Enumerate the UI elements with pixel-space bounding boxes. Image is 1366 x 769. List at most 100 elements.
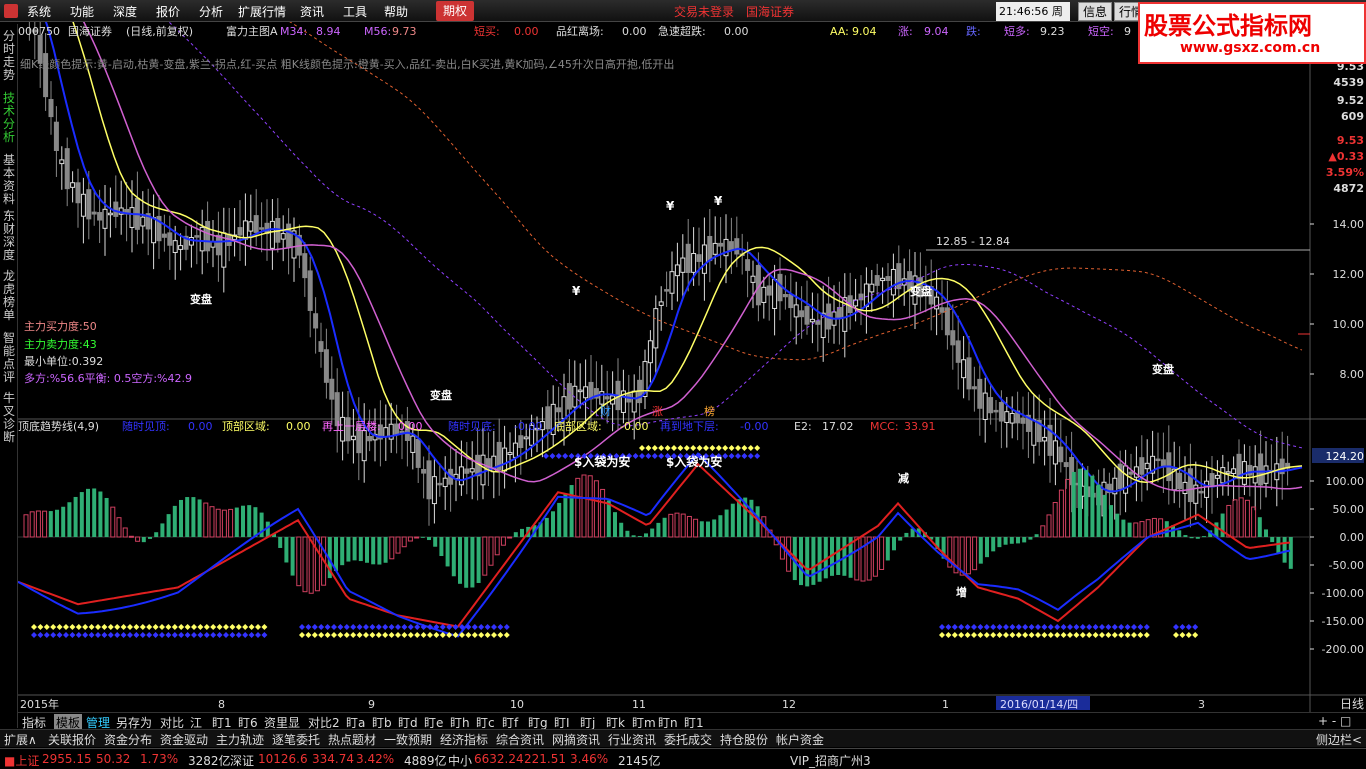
diamond-row-yellow-1-diamond — [107, 624, 114, 630]
hist-bar — [593, 480, 599, 538]
ext-tool-5[interactable]: 主力轨迹 — [216, 731, 264, 748]
sidebar-tab-5[interactable]: 龙虎榜单 — [2, 270, 16, 322]
hist-bar — [340, 537, 345, 566]
candle — [1225, 461, 1231, 496]
sjjd-label: 随时见顶: — [122, 419, 170, 433]
candle-body — [766, 285, 772, 296]
sidebar-tab-1[interactable]: 分时走势 — [2, 30, 16, 82]
ext-tool-14[interactable]: 持仓股份 — [720, 731, 768, 748]
menu-analysis[interactable]: 分析 — [199, 3, 223, 20]
chart-area[interactable]: 000750 国海证券 (日线,前复权) 富力主图A M34: 8.94 M56: 9.73 短… — [18, 22, 1366, 712]
diamond-row-yellow-4-diamond — [939, 632, 945, 638]
diamond-row-yellow-2-diamond — [305, 632, 312, 638]
candle — [1177, 446, 1183, 508]
menu-quote[interactable]: 报价 — [156, 3, 180, 20]
diamond-row-yellow-1-diamond — [82, 624, 89, 630]
ext-tool-3[interactable]: 资金分布 — [104, 731, 152, 748]
menu-ext-quote[interactable]: 扩展行情 — [238, 3, 286, 20]
hist-bar — [637, 535, 642, 537]
ext-tool-1[interactable]: 扩展∧ — [4, 731, 37, 748]
jian-label: 减 — [898, 471, 909, 485]
hist-bar — [160, 523, 165, 537]
hist-bar — [712, 519, 717, 537]
diamond-row-blue-2-diamond — [401, 624, 408, 630]
sidebar-toggle[interactable]: 侧边栏< — [1316, 731, 1362, 748]
hist-bar — [488, 536, 494, 566]
menu-tools[interactable]: 工具 — [343, 3, 367, 20]
hist-bar — [600, 488, 606, 538]
hist-bar — [892, 537, 896, 551]
options-button[interactable]: 期权 — [436, 1, 474, 21]
trend-indicator-panel[interactable] — [18, 445, 1364, 650]
diamond-row-yellow-2-diamond — [401, 632, 408, 638]
diamond-row-yellow-4-diamond — [1054, 632, 1061, 638]
hist-bar — [836, 537, 841, 575]
sidebar-tab-7[interactable]: 牛叉诊断 — [2, 392, 16, 444]
candle — [1187, 443, 1193, 528]
tab-zoom-controls[interactable]: + - □ — [1318, 714, 1351, 728]
menu-depth[interactable]: 深度 — [113, 3, 137, 20]
right-value-7: 4872 — [1333, 182, 1364, 195]
sh-value: 2955.15 — [42, 752, 92, 766]
diamond-row-blue-1-diamond — [210, 632, 217, 638]
ext-tool-2[interactable]: 关联报价 — [48, 731, 96, 748]
candle-body — [583, 386, 589, 399]
ext-tool-7[interactable]: 热点题材 — [328, 731, 376, 748]
diamond-row-yellow-1-diamond — [229, 624, 236, 630]
ext-tool-11[interactable]: 网摘资讯 — [552, 731, 600, 748]
diamond-row-yellow-2-diamond — [369, 632, 376, 638]
diamond-row-blue-1 — [31, 632, 268, 638]
sidebar-tab-4[interactable]: 东财深度 — [2, 210, 16, 262]
hist-bar — [1220, 513, 1225, 537]
ext-tool-13[interactable]: 委托成交 — [664, 731, 712, 748]
diamond-row-blue-1-diamond — [37, 632, 44, 638]
diamond-row-yellow-3-diamond — [677, 445, 684, 451]
hist-bar — [699, 521, 704, 537]
hist-bar — [706, 521, 710, 537]
menu-system[interactable]: 系统 — [27, 3, 51, 20]
diamond-row-blue-5 — [1173, 624, 1199, 630]
candle-body — [885, 276, 891, 281]
zx-label[interactable]: 中小 — [448, 752, 472, 769]
sh-label[interactable]: ■上证 — [4, 752, 39, 769]
diamond-row-yellow-1-diamond — [248, 624, 255, 630]
candle-body — [982, 392, 988, 420]
menu-function[interactable]: 功能 — [70, 3, 94, 20]
ext-tool-12[interactable]: 行业资讯 — [608, 731, 656, 748]
ext-tool-10[interactable]: 综合资讯 — [496, 731, 544, 748]
diamond-row-blue-4-diamond — [1092, 624, 1099, 630]
candle — [404, 406, 410, 467]
diamond-row-blue-1-diamond — [127, 632, 133, 638]
diamond-row-yellow-4-diamond — [1015, 632, 1022, 638]
m34-label: M34: — [280, 25, 307, 38]
sidebar-tab-6[interactable]: 智能点评 — [2, 332, 16, 384]
hist-bar — [569, 485, 574, 537]
ext-tool-4[interactable]: 资金驱动 — [160, 731, 208, 748]
ext-tool-9[interactable]: 经济指标 — [440, 731, 488, 748]
ext-tool-6[interactable]: 逐笔委托 — [272, 731, 320, 748]
diamond-row-yellow-4-diamond — [1086, 632, 1093, 638]
info-button[interactable]: 信息 — [1078, 2, 1113, 21]
diamond-row-blue-1-diamond — [178, 632, 185, 638]
sz-label[interactable]: 深证 — [230, 752, 254, 769]
ext-tool-15[interactable]: 帐户资金 — [776, 731, 824, 748]
vip-account[interactable]: VIP_招商广州3 — [790, 752, 871, 769]
ext-tool-8[interactable]: 一致预期 — [384, 731, 432, 748]
yuan-marker: ¥ — [666, 199, 675, 213]
candle — [1193, 461, 1199, 520]
candle-body — [507, 452, 513, 456]
diamond-row-blue-4-diamond — [1028, 624, 1035, 630]
stock-code: 000750 — [18, 25, 60, 38]
menu-news[interactable]: 资讯 — [300, 3, 324, 20]
diamond-row-yellow-5-diamond — [1192, 632, 1199, 638]
menu-help[interactable]: 帮助 — [384, 3, 408, 20]
diamond-row-yellow-2-diamond — [343, 632, 350, 638]
diamond-row-blue-3-diamond — [555, 453, 562, 459]
sidebar-tab-3[interactable]: 基本资料 — [2, 154, 16, 206]
diamond-row-yellow-2-diamond — [337, 632, 344, 638]
hist-bar — [228, 508, 234, 538]
hist-bar — [482, 536, 488, 576]
diamond-row-blue-3-diamond — [722, 453, 729, 459]
trade-login-status[interactable]: 交易未登录 — [674, 3, 734, 20]
sidebar-tab-2[interactable]: 技术分析 — [2, 92, 16, 144]
